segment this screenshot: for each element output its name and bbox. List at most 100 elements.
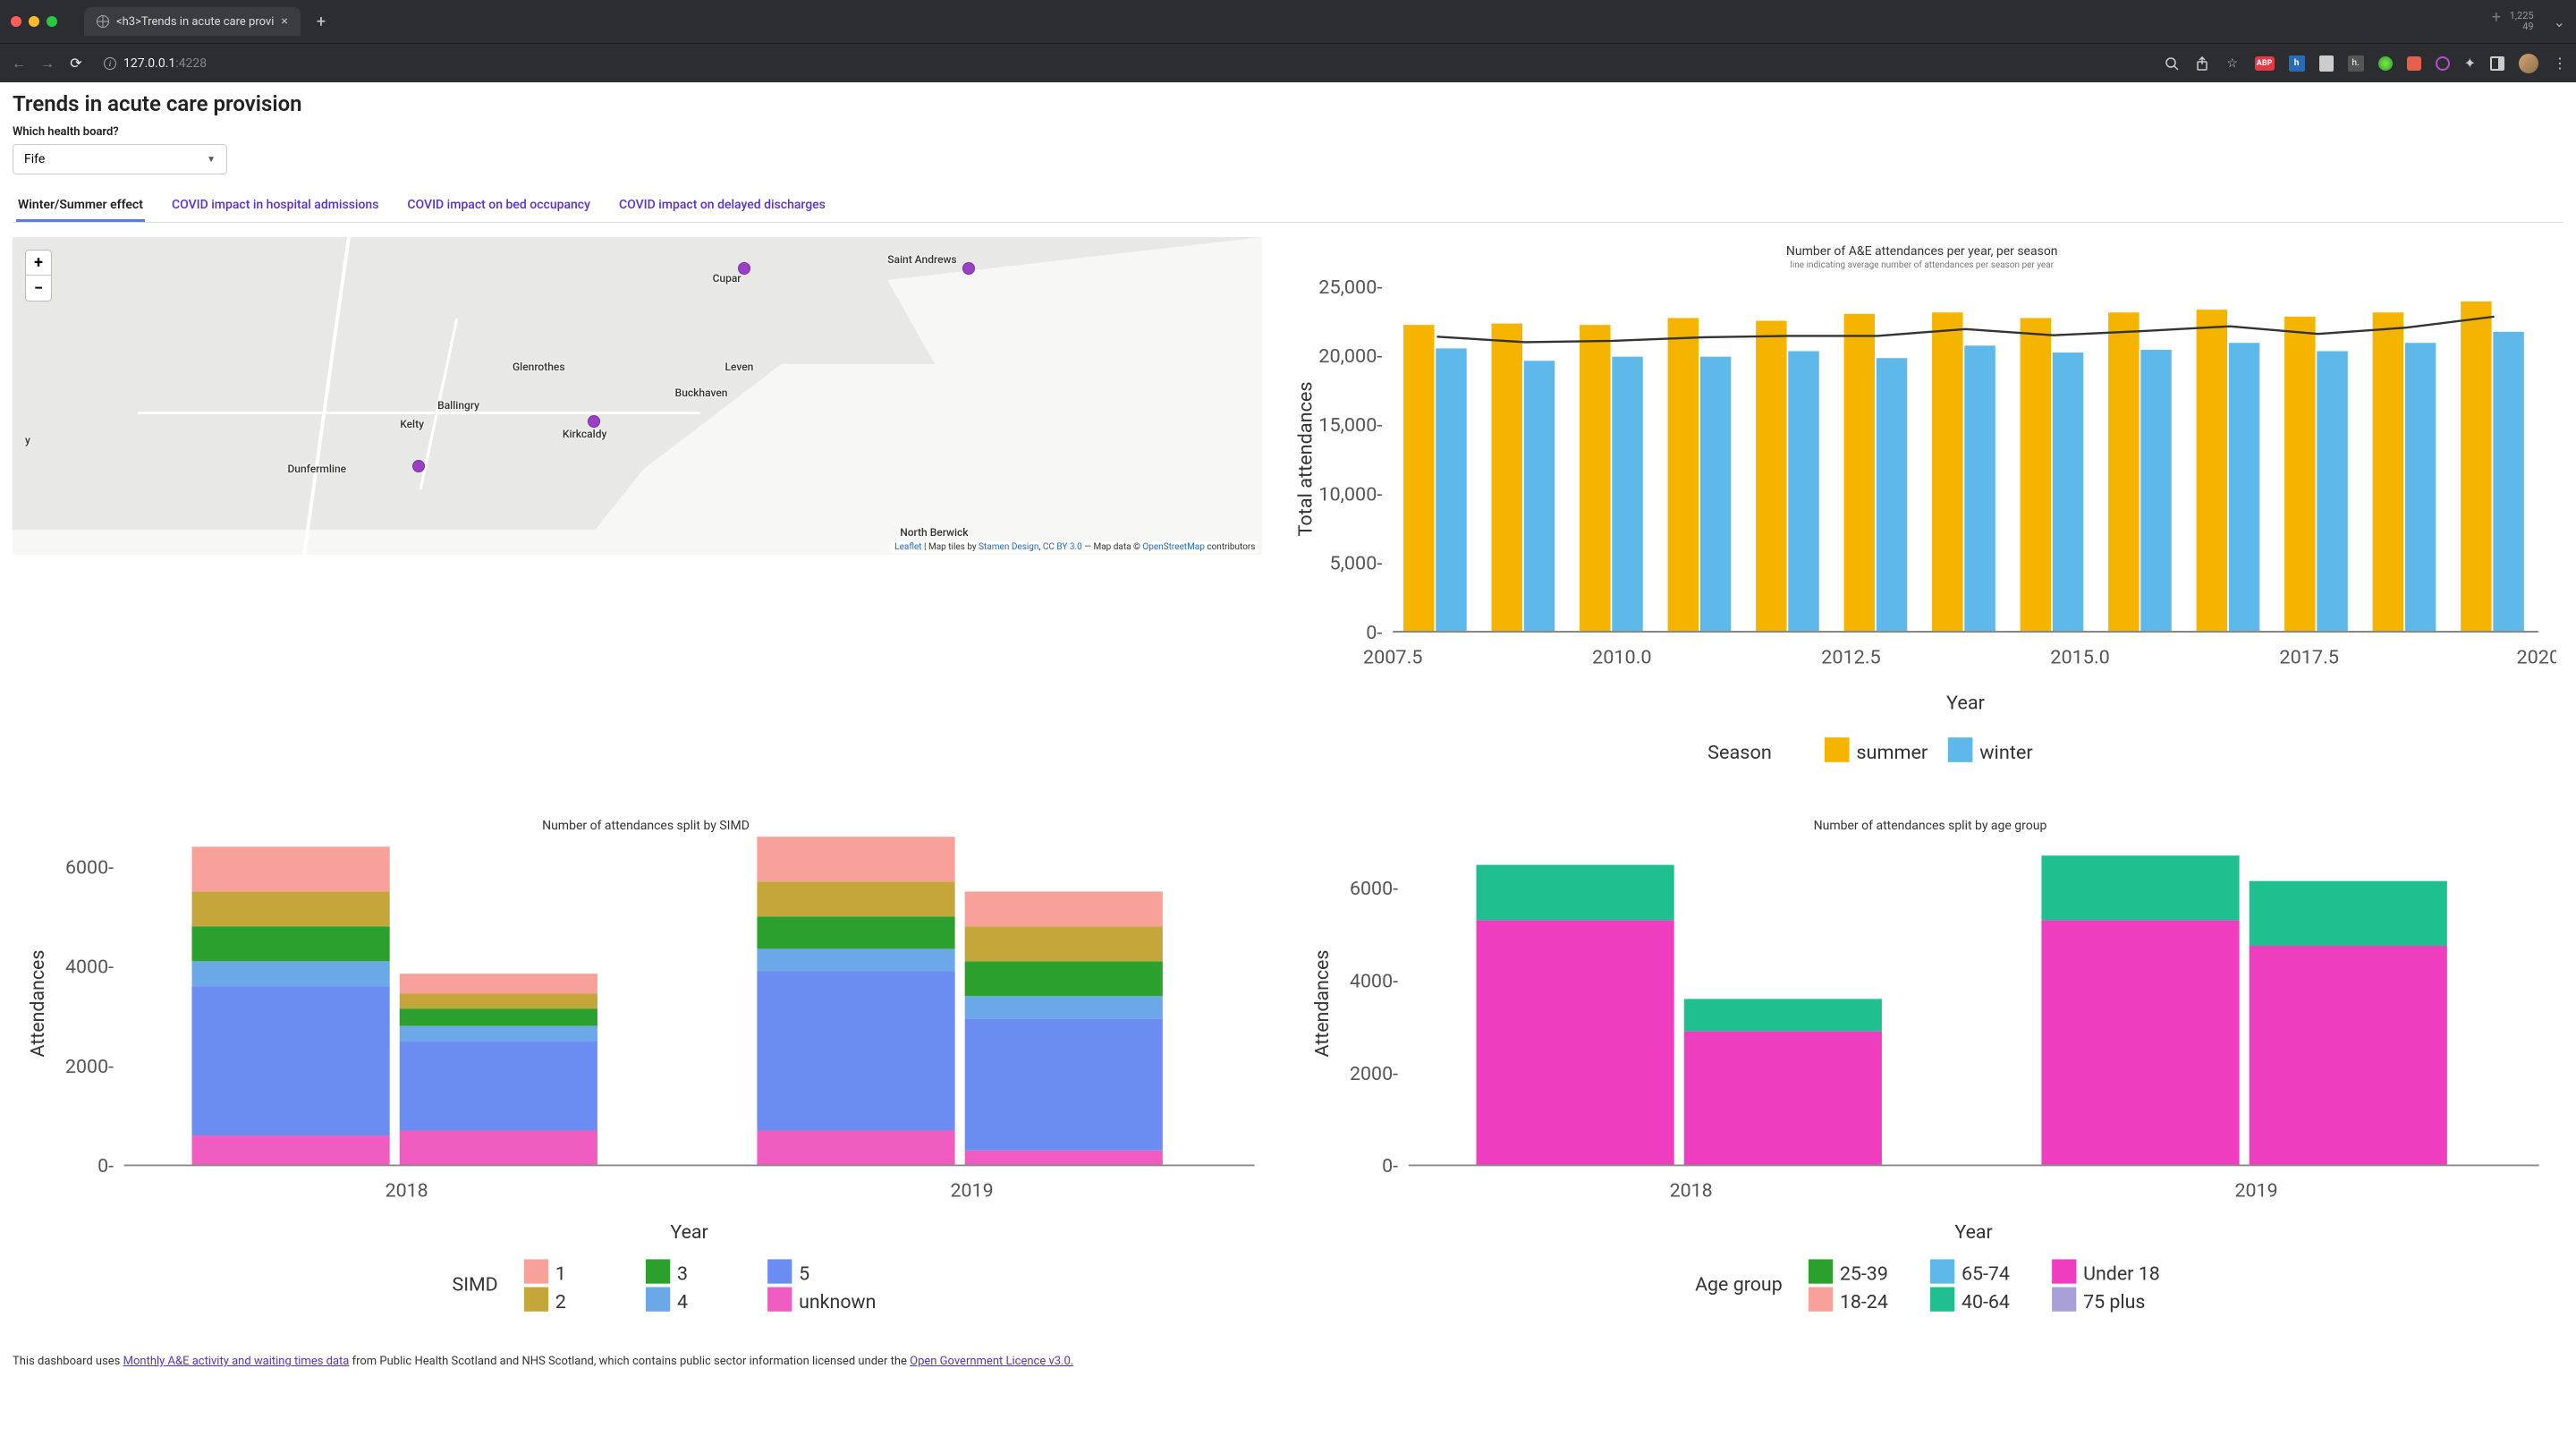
map[interactable]: + − Saint AndrewsCuparGlenrothesLevenBuc… — [13, 237, 1262, 555]
svg-text:65-74: 65-74 — [1962, 1263, 2010, 1286]
svg-text:2015.0: 2015.0 — [2051, 646, 2111, 668]
footer-link-data[interactable]: Monthly A&E activity and waiting times d… — [123, 1355, 350, 1368]
extension-purple-icon[interactable] — [2436, 56, 2450, 71]
tab-covid-admissions[interactable]: COVID impact in hospital admissions — [170, 191, 380, 222]
svg-text:Total attendances: Total attendances — [1295, 381, 1318, 536]
svg-text:0-: 0- — [1367, 622, 1383, 644]
reload-button[interactable]: ⟳ — [68, 55, 84, 72]
svg-text:2019: 2019 — [2235, 1180, 2278, 1203]
chart-subtitle: line indicating average number of attend… — [1287, 260, 2556, 270]
svg-text:unknown: unknown — [799, 1291, 876, 1313]
tab-title: <h3>Trends in acute care provi — [116, 15, 274, 29]
traffic-lights — [11, 16, 57, 27]
profile-avatar[interactable] — [2519, 54, 2538, 73]
window-maximize-button[interactable] — [47, 16, 57, 27]
chart-simd: Number of attendances split by SIMD 6000… — [13, 812, 1279, 1347]
extension-red-icon[interactable] — [2407, 56, 2421, 71]
svg-text:2012.5: 2012.5 — [1822, 646, 1882, 668]
browser-tab[interactable]: <h3>Trends in acute care provi × — [84, 7, 301, 36]
site-info-icon[interactable]: i — [104, 57, 116, 70]
svg-text:5,000-: 5,000- — [1330, 553, 1383, 575]
svg-text:4000-: 4000- — [65, 956, 114, 979]
map-label: Kirkcaldy — [563, 428, 606, 440]
zoom-out-button[interactable]: − — [26, 276, 51, 301]
svg-text:4: 4 — [677, 1291, 688, 1313]
svg-text:3: 3 — [677, 1263, 688, 1286]
side-panel-icon[interactable] — [2490, 56, 2504, 71]
svg-text:10,000-: 10,000- — [1319, 483, 1383, 506]
svg-text:summer: summer — [1857, 742, 1929, 764]
chevron-down-icon[interactable]: ⌄ — [2554, 13, 2565, 30]
svg-text:6000-: 6000- — [65, 857, 114, 880]
svg-text:20,000-: 20,000- — [1319, 345, 1383, 368]
close-tab-icon[interactable]: × — [281, 14, 287, 29]
svg-text:75 plus: 75 plus — [2083, 1291, 2145, 1313]
svg-text:6000-: 6000- — [1350, 879, 1398, 901]
new-tab-button[interactable]: + — [309, 9, 333, 35]
zoom-in-button[interactable]: + — [26, 251, 51, 276]
map-marker[interactable] — [588, 415, 600, 428]
map-attribution: Leaflet | Map tiles by Stamen Design, CC… — [891, 541, 1258, 553]
chart-title: Number of A&E attendances per year, per … — [1287, 244, 2556, 259]
globe-icon — [97, 15, 109, 28]
health-board-label: Which health board? — [13, 125, 2563, 139]
star-icon[interactable]: ☆ — [2224, 55, 2241, 72]
map-label: Glenrothes — [513, 361, 565, 373]
svg-text:Year: Year — [1947, 693, 1987, 715]
svg-text:2000-: 2000- — [1350, 1063, 1398, 1085]
chart-simd-plot: 6000-4000-2000-0-Attendances20182019Year… — [20, 835, 1272, 1339]
chart-title: Number of attendances split by age group — [1304, 819, 2556, 833]
footer-link-licence[interactable]: Open Government Licence v3.0. — [910, 1355, 1073, 1368]
svg-text:4000-: 4000- — [1350, 971, 1398, 993]
share-icon[interactable] — [2194, 55, 2210, 72]
svg-text:2007.5: 2007.5 — [1363, 646, 1423, 668]
url-bar[interactable]: i 127.0.0.1:4228 — [97, 53, 258, 74]
svg-text:5: 5 — [799, 1263, 809, 1286]
map-label: Dunfermline — [287, 463, 346, 475]
tab-covid-discharges[interactable]: COVID impact on delayed discharges — [617, 191, 827, 222]
svg-text:18-24: 18-24 — [1840, 1291, 1888, 1313]
health-board-select[interactable]: Fife ▼ — [13, 144, 227, 174]
tabs-nav: Winter/Summer effect COVID impact in hos… — [13, 191, 2563, 223]
tab-covid-bed[interactable]: COVID impact on bed occupancy — [405, 191, 592, 222]
window-close-button[interactable] — [11, 16, 21, 27]
svg-text:Age group: Age group — [1695, 1274, 1783, 1296]
toolbar-icons: ☆ ABP h h. ✦ ⋮ — [2164, 54, 2565, 73]
extension-doc-icon[interactable] — [2319, 55, 2334, 72]
zoom-control: + − — [25, 250, 52, 302]
svg-text:Year: Year — [670, 1221, 708, 1244]
svg-text:2019: 2019 — [951, 1180, 994, 1203]
svg-text:2018: 2018 — [386, 1180, 428, 1203]
map-label: y — [25, 434, 30, 446]
extensions-icon[interactable]: ✦ — [2464, 55, 2476, 72]
extension-h-icon[interactable]: h — [2289, 55, 2305, 72]
footer-note: This dashboard uses Monthly A&E activity… — [13, 1347, 2563, 1372]
browser-chrome: <h3>Trends in acute care provi × + 1,225… — [0, 0, 2576, 82]
svg-text:Season: Season — [1708, 742, 1773, 764]
svg-text:2000-: 2000- — [65, 1056, 114, 1078]
chart-age-plot: 6000-4000-2000-0-Attendances20182019Year… — [1304, 835, 2556, 1339]
health-board-value: Fife — [24, 152, 45, 166]
forward-button[interactable]: → — [39, 55, 55, 72]
tab-winter-summer[interactable]: Winter/Summer effect — [16, 191, 145, 222]
window-minimize-button[interactable] — [29, 16, 39, 27]
svg-text:winter: winter — [1980, 742, 2034, 764]
search-icon[interactable] — [2164, 55, 2180, 72]
menu-icon[interactable]: ⋮ — [2553, 55, 2565, 72]
map-marker[interactable] — [412, 460, 425, 472]
titlebar: <h3>Trends in acute care provi × + 1,225… — [0, 0, 2576, 43]
back-button[interactable]: ← — [11, 55, 27, 72]
abp-extension-icon[interactable]: ABP — [2255, 56, 2275, 71]
extension-green-icon[interactable] — [2378, 56, 2393, 71]
map-marker[interactable] — [738, 262, 750, 275]
extension-hdark-icon[interactable]: h. — [2348, 55, 2364, 72]
svg-text:SIMD: SIMD — [453, 1274, 498, 1296]
svg-text:Attendances: Attendances — [1311, 950, 1334, 1058]
map-label: North Berwick — [900, 526, 968, 539]
svg-text:0-: 0- — [1382, 1156, 1398, 1178]
cursor-coordinates: 1,225 49 — [2492, 11, 2534, 32]
page-title: Trends in acute care provision — [13, 91, 2563, 116]
chart-seasonal: Number of A&E attendances per year, per … — [1280, 237, 2563, 797]
svg-text:40-64: 40-64 — [1962, 1291, 2010, 1313]
svg-text:2018: 2018 — [1670, 1180, 1713, 1203]
